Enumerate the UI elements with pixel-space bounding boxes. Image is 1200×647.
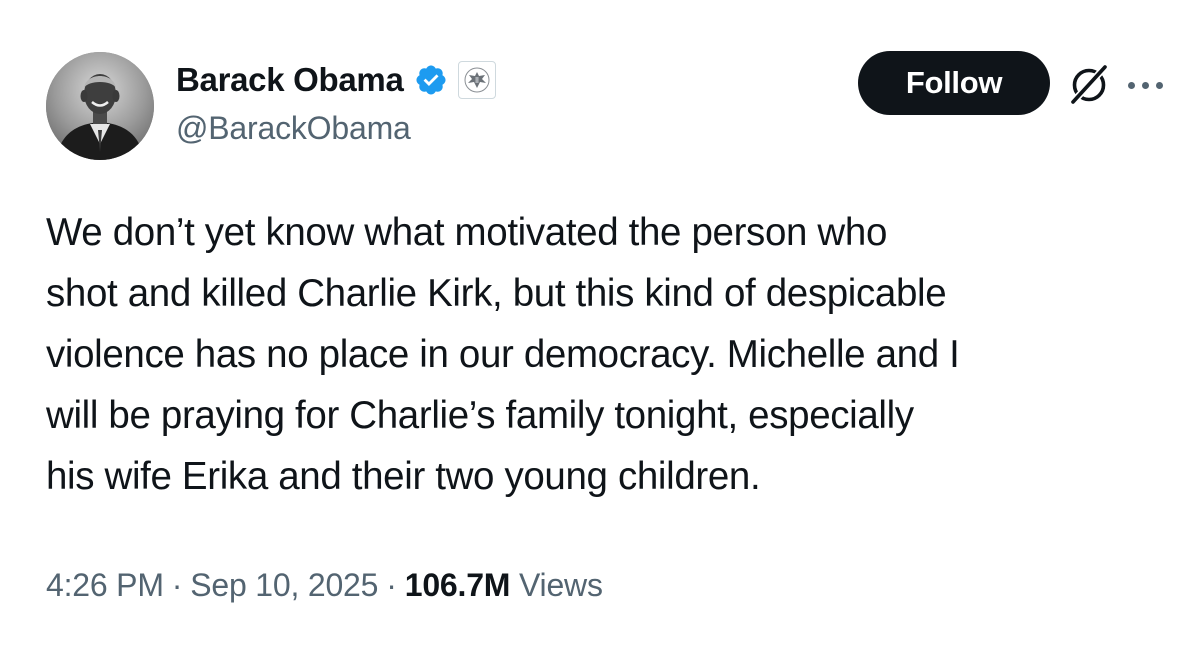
meta-separator: · xyxy=(171,567,183,603)
views-label: Views xyxy=(518,567,603,603)
author-handle[interactable]: @BarackObama xyxy=(176,110,411,147)
tweet-text-line: his wife Erika and their two young child… xyxy=(46,455,761,498)
follow-button[interactable]: Follow xyxy=(858,51,1050,115)
avatar[interactable] xyxy=(46,52,154,160)
government-seal-icon[interactable] xyxy=(457,61,496,99)
more-dot xyxy=(1142,81,1149,89)
grok-icon[interactable] xyxy=(1066,62,1112,108)
tweet-text: We don’t yet know what motivated the per… xyxy=(46,202,1176,507)
tweet-date[interactable]: Sep 10, 2025 xyxy=(190,567,378,603)
avatar-photo xyxy=(46,52,154,160)
verified-badge-icon[interactable] xyxy=(414,63,448,97)
tweet-time[interactable]: 4:26 PM xyxy=(46,567,164,603)
meta-separator: · xyxy=(386,567,397,603)
views-count[interactable]: 106.7M xyxy=(405,567,511,603)
tweet-text-line: will be praying for Charlie’s family ton… xyxy=(46,394,914,437)
author-name-row: Barack Obama xyxy=(176,58,496,102)
more-dot xyxy=(1128,81,1135,89)
tweet-card: Barack Obama @BarackObama Follow We don’… xyxy=(0,0,1200,647)
more-dot xyxy=(1156,81,1163,89)
author-display-name[interactable]: Barack Obama xyxy=(176,61,404,99)
tweet-text-line: shot and killed Charlie Kirk, but this k… xyxy=(46,272,947,315)
tweet-text-line: violence has no place in our democracy. … xyxy=(46,333,960,376)
tweet-meta: 4:26 PM · Sep 10, 2025 · 106.7M Views xyxy=(46,567,603,604)
more-options-icon[interactable] xyxy=(1128,78,1174,92)
tweet-text-line: We don’t yet know what motivated the per… xyxy=(46,211,888,254)
